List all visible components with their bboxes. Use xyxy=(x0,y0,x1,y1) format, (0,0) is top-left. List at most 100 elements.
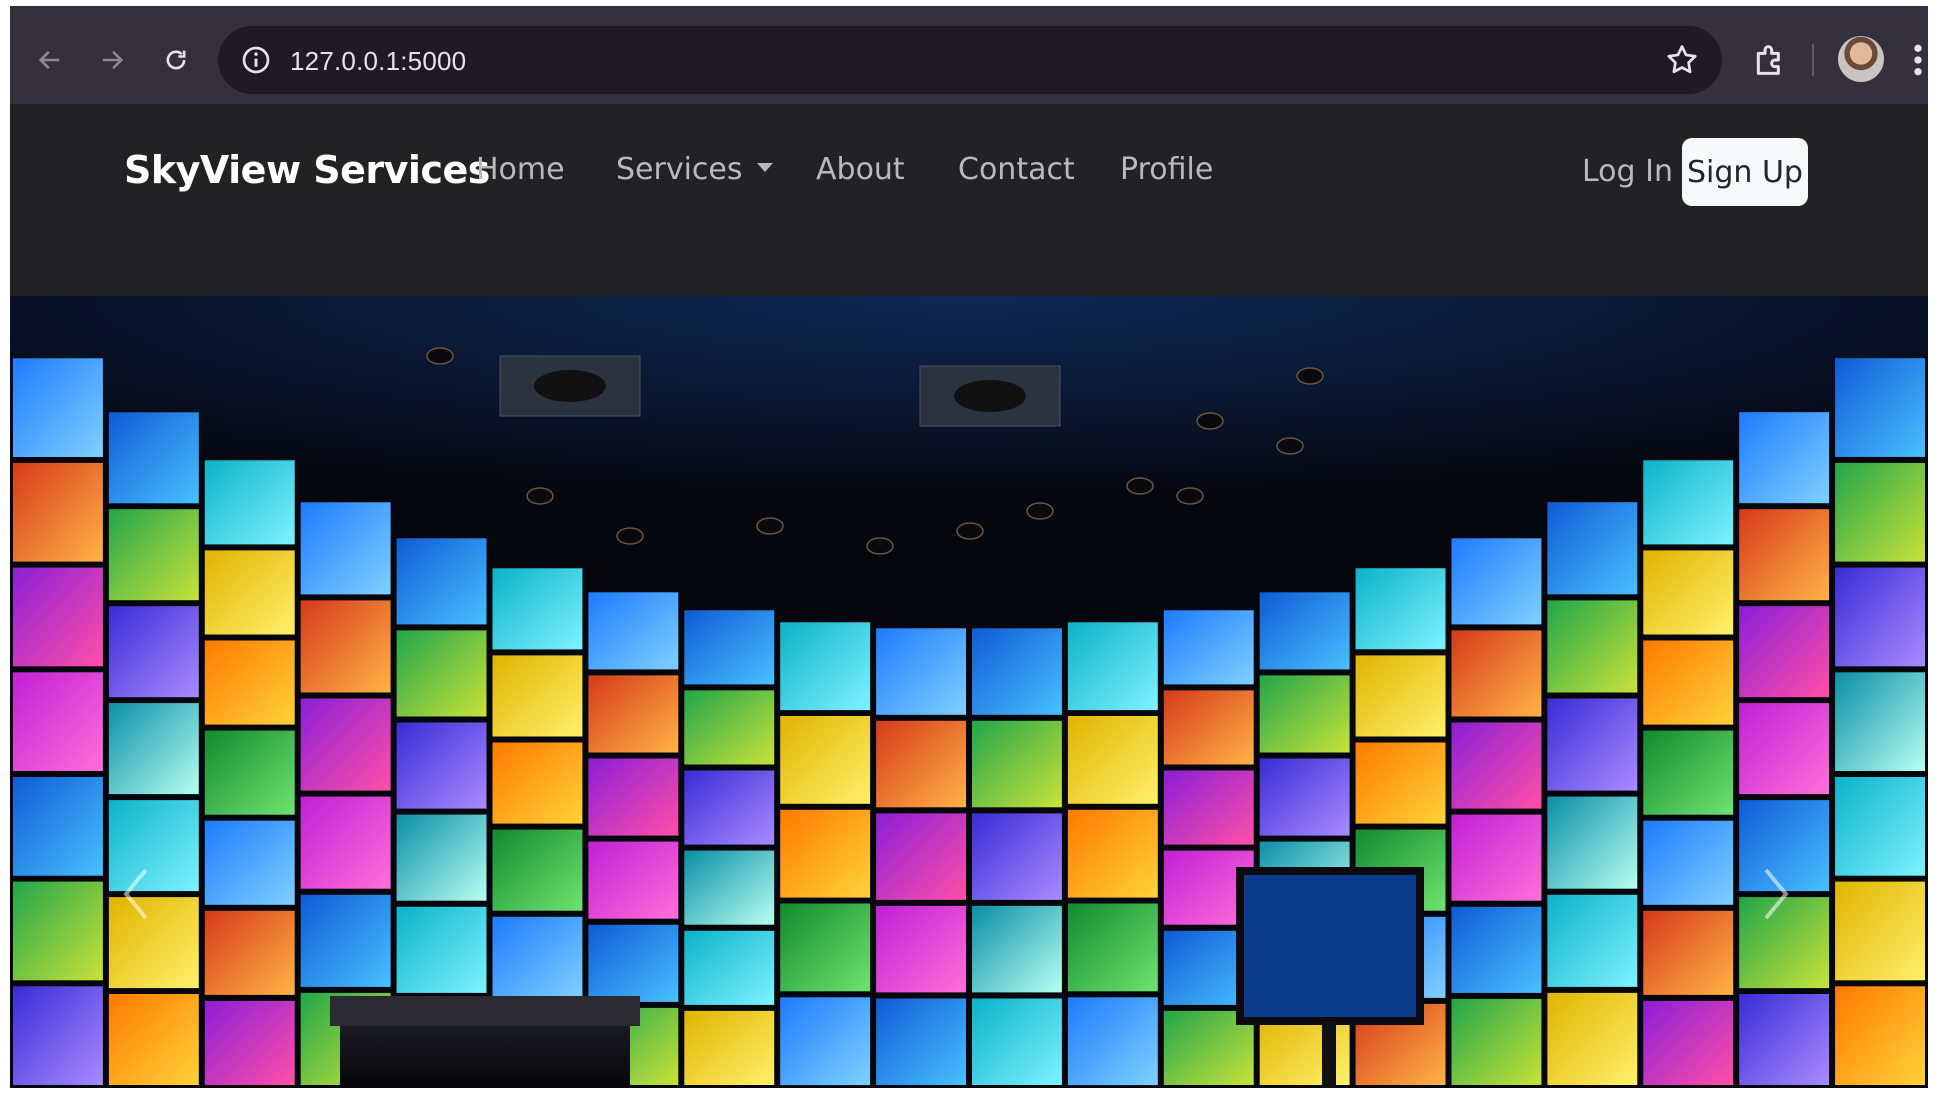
video-screen xyxy=(1835,672,1925,771)
ceiling-light xyxy=(1026,502,1054,520)
video-screen xyxy=(876,998,966,1085)
video-screen xyxy=(13,672,103,771)
video-screen xyxy=(684,770,775,845)
kebab-icon[interactable] xyxy=(1910,40,1926,80)
video-screen xyxy=(1739,412,1830,504)
video-screen xyxy=(204,910,295,995)
video-screen xyxy=(1451,630,1542,717)
video-screen xyxy=(1163,610,1254,685)
video-screen xyxy=(1547,796,1638,889)
video-screen xyxy=(972,628,1062,715)
video-screen xyxy=(684,1010,775,1085)
carousel-next-button[interactable] xyxy=(1762,866,1822,946)
video-screen xyxy=(1355,568,1446,650)
video-screen xyxy=(1163,770,1254,845)
profile-avatar[interactable] xyxy=(1838,36,1884,82)
video-screen xyxy=(1355,655,1446,737)
video-screen xyxy=(300,796,391,889)
video-screen xyxy=(204,460,295,545)
url-text[interactable]: 127.0.0.1:5000 xyxy=(290,46,466,77)
site-navbar: SkyView Services Home Services About Con… xyxy=(10,104,1928,296)
browser-toolbar: 127.0.0.1:5000 xyxy=(10,6,1928,104)
nav-home[interactable]: Home xyxy=(476,152,565,187)
video-screen xyxy=(588,841,679,919)
video-screen xyxy=(1739,606,1830,698)
video-screen xyxy=(588,675,679,753)
puzzle-icon[interactable] xyxy=(1750,40,1790,80)
hero-carousel xyxy=(10,296,1928,1088)
forward-button[interactable] xyxy=(92,40,132,80)
video-screen xyxy=(588,758,679,836)
video-screen xyxy=(396,722,487,809)
nav-profile[interactable]: Profile xyxy=(1120,152,1213,187)
video-screen xyxy=(1547,502,1638,595)
video-screen xyxy=(588,592,679,670)
video-screen xyxy=(1835,462,1925,562)
video-screen xyxy=(1547,894,1638,987)
video-screen xyxy=(300,894,391,987)
video-screen xyxy=(13,881,103,981)
back-button[interactable] xyxy=(30,40,70,80)
video-screen xyxy=(1835,567,1925,667)
video-screen xyxy=(876,720,966,808)
video-screen xyxy=(1835,777,1925,876)
video-screen xyxy=(492,829,583,911)
video-screen xyxy=(396,906,487,993)
video-screen xyxy=(1067,809,1158,898)
video-screen xyxy=(1835,358,1925,457)
info-icon[interactable] xyxy=(240,44,272,76)
video-screen xyxy=(1067,903,1158,992)
video-screen xyxy=(1547,600,1638,693)
video-screen xyxy=(1739,509,1830,601)
video-screen xyxy=(1547,698,1638,791)
video-screen xyxy=(13,462,103,562)
video-screen xyxy=(108,412,199,504)
video-screen xyxy=(972,998,1062,1085)
ceiling-light xyxy=(616,527,644,545)
video-screen xyxy=(876,905,966,993)
video-screen xyxy=(780,622,871,711)
video-screen xyxy=(492,568,583,650)
monitor-on-stand xyxy=(1236,867,1424,1025)
video-screen xyxy=(204,820,295,905)
ceiling-light xyxy=(1196,412,1224,430)
video-screen xyxy=(300,502,391,595)
video-screen xyxy=(876,628,966,715)
video-screen xyxy=(13,567,103,667)
ceiling-light xyxy=(1176,487,1204,505)
video-screen xyxy=(1643,730,1734,815)
video-screen xyxy=(108,509,199,601)
video-screen xyxy=(1451,722,1542,809)
chevron-right-icon xyxy=(1764,868,1789,920)
address-bar[interactable]: 127.0.0.1:5000 xyxy=(218,26,1722,94)
ceiling-light xyxy=(866,537,894,555)
star-icon[interactable] xyxy=(1664,42,1700,78)
video-screen xyxy=(972,813,1062,900)
login-link[interactable]: Log In xyxy=(1582,154,1673,189)
brand-logo[interactable]: SkyView Services xyxy=(124,148,490,192)
nav-about[interactable]: About xyxy=(816,152,905,187)
browser-window: 127.0.0.1:5000 SkyView Services Home Ser… xyxy=(10,6,1928,1088)
video-screen xyxy=(972,720,1062,808)
toolbar-divider xyxy=(1812,44,1814,76)
nav-contact[interactable]: Contact xyxy=(958,152,1075,187)
video-screen xyxy=(492,916,583,998)
reload-button[interactable] xyxy=(156,40,196,80)
video-screen xyxy=(1643,460,1734,545)
video-screen xyxy=(1547,992,1638,1085)
video-screen xyxy=(684,610,775,685)
video-screen xyxy=(1643,1000,1734,1085)
video-screen xyxy=(780,716,871,804)
ceiling-light xyxy=(1296,367,1324,385)
video-screen xyxy=(1451,814,1542,901)
video-screen xyxy=(1739,994,1830,1085)
nav-services-dropdown[interactable]: Services xyxy=(616,152,773,187)
video-screen xyxy=(1355,742,1446,824)
video-screen xyxy=(396,538,487,625)
video-screen xyxy=(300,698,391,791)
ceiling-light xyxy=(756,517,784,535)
caret-down-icon xyxy=(756,163,773,172)
carousel-prev-button[interactable] xyxy=(120,866,180,946)
hero-image xyxy=(10,296,1928,1088)
signup-button[interactable]: Sign Up xyxy=(1682,138,1808,206)
